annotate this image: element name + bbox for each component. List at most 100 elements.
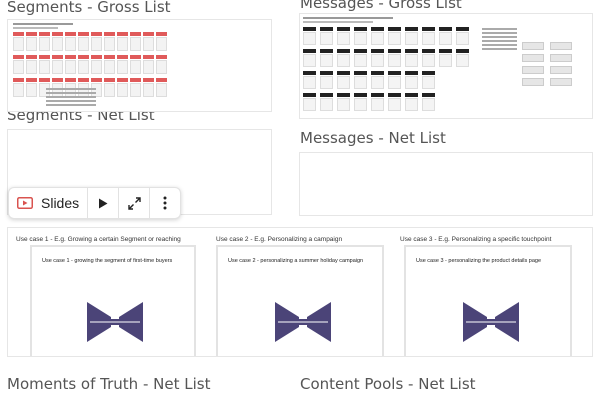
thumbnail-card [456,54,469,67]
slides-label: Slides [41,195,80,211]
board-title-content-net[interactable]: Content Pools - Net List [300,375,476,393]
thumbnail-card-header [320,49,333,53]
thumbnail-card [337,32,350,45]
thumbnail-card-header [337,49,350,53]
use-case-card[interactable]: Use case 3 - personalizing the product d… [404,245,572,356]
slides-button[interactable]: Slides [9,188,89,218]
use-case-card[interactable]: Use case 2 - personalizing a summer holi… [216,245,384,356]
thumbnail-card [550,66,572,74]
thumbnail-card-header [130,78,141,82]
thumbnail-card [337,76,350,89]
thumbnail-text-line [482,40,517,42]
thumbnail-card [371,32,384,45]
thumbnail-card [337,54,350,67]
thumbnail-card [550,54,572,62]
thumbnail-card [405,32,418,45]
use-case-heading: Use case 2 - E.g. Personalizing a campai… [216,236,343,243]
thumbnail-text-line [303,21,373,23]
thumbnail-card [143,83,154,97]
thumbnail-card [78,83,89,97]
thumbnail-text-line [482,44,517,46]
thumbnail-card [354,32,367,45]
thumbnail-card [91,37,102,51]
thumbnail-card-header [439,27,452,31]
thumbnail-card-header [143,55,154,59]
thumbnail-card-header [337,27,350,31]
thumbnail-card [91,60,102,74]
use-case-caption: Use case 2 - personalizing a summer holi… [228,258,364,264]
thumbnail-card-header [388,93,401,97]
thumbnail-card [320,32,333,45]
thumbnail-card [405,54,418,67]
board-title-segments-gross[interactable]: Segments - Gross List [7,0,171,16]
thumbnail-card-header [156,55,167,59]
thumbnail-text-line [482,28,517,30]
thumbnail-card [388,54,401,67]
thumbnail-card-header [26,55,37,59]
thumbnail-card [130,83,141,97]
thumbnail-text-line [46,104,96,106]
messages-net-board[interactable] [299,152,593,216]
segments-gross-board[interactable] [7,19,272,112]
thumbnail-card [130,37,141,51]
thumbnail-card [91,83,102,97]
thumbnail-card [371,76,384,89]
thumbnail-card [13,83,24,97]
thumbnail-card [522,54,544,62]
thumbnail-card-header [26,78,37,82]
thumbnail-card-header [405,27,418,31]
thumbnail-card-header [388,27,401,31]
thumbnail-card [143,37,154,51]
bowtie-diagram-icon [275,302,331,342]
board-title-messages-net[interactable]: Messages - Net List [300,129,446,147]
thumbnail-card-header [156,32,167,36]
fullscreen-button[interactable] [119,188,151,218]
thumbnail-card-header [104,78,115,82]
thumbnail-card-header [303,71,316,75]
messages-gross-board[interactable] [299,13,593,119]
thumbnail-card [320,54,333,67]
thumbnail-card [52,37,63,51]
thumbnail-card-header [371,49,384,53]
board-title-moments-net[interactable]: Moments of Truth - Net List [7,375,210,393]
thumbnail-card [422,76,435,89]
thumbnail-card [65,37,76,51]
thumbnail-card-header [117,55,128,59]
thumbnail-text-line [46,100,96,102]
expand-icon [127,196,141,210]
thumbnail-card-header [354,27,367,31]
board-title-messages-gross[interactable]: Messages - Gross List [300,0,462,12]
thumbnail-card [371,54,384,67]
thumbnail-card [388,98,401,111]
thumbnail-card-header [320,71,333,75]
use-case-card[interactable]: Use case 1 - growing the segment of firs… [30,245,196,356]
thumbnail-card [388,76,401,89]
play-button[interactable] [88,188,120,218]
thumbnail-card [371,98,384,111]
thumbnail-card-header [130,32,141,36]
thumbnail-card [320,98,333,111]
thumbnail-card-header [65,32,76,36]
thumbnail-card [456,32,469,45]
use-cases-board[interactable]: Use case 1 - E.g. Growing a certain Segm… [7,227,593,357]
thumbnail-card-header [422,71,435,75]
thumbnail-card-header [65,78,76,82]
thumbnail-card-header [303,93,316,97]
thumbnail-text-line [13,27,58,29]
use-case-caption: Use case 1 - growing the segment of firs… [42,258,173,264]
thumbnail-card-header [117,32,128,36]
thumbnail-card [65,83,76,97]
thumbnail-card-header [405,71,418,75]
more-options-button[interactable] [150,188,180,218]
thumbnail-card [65,60,76,74]
thumbnail-card [117,37,128,51]
thumbnail-card-header [456,49,469,53]
thumbnail-card [422,98,435,111]
slides-icon [17,197,33,209]
thumbnail-text-line [482,32,517,34]
thumbnail-card-header [354,49,367,53]
use-case-heading: Use case 1 - E.g. Growing a certain Segm… [16,236,181,243]
thumbnail-card-header [337,71,350,75]
thumbnail-card [78,37,89,51]
thumbnail-card-header [104,55,115,59]
